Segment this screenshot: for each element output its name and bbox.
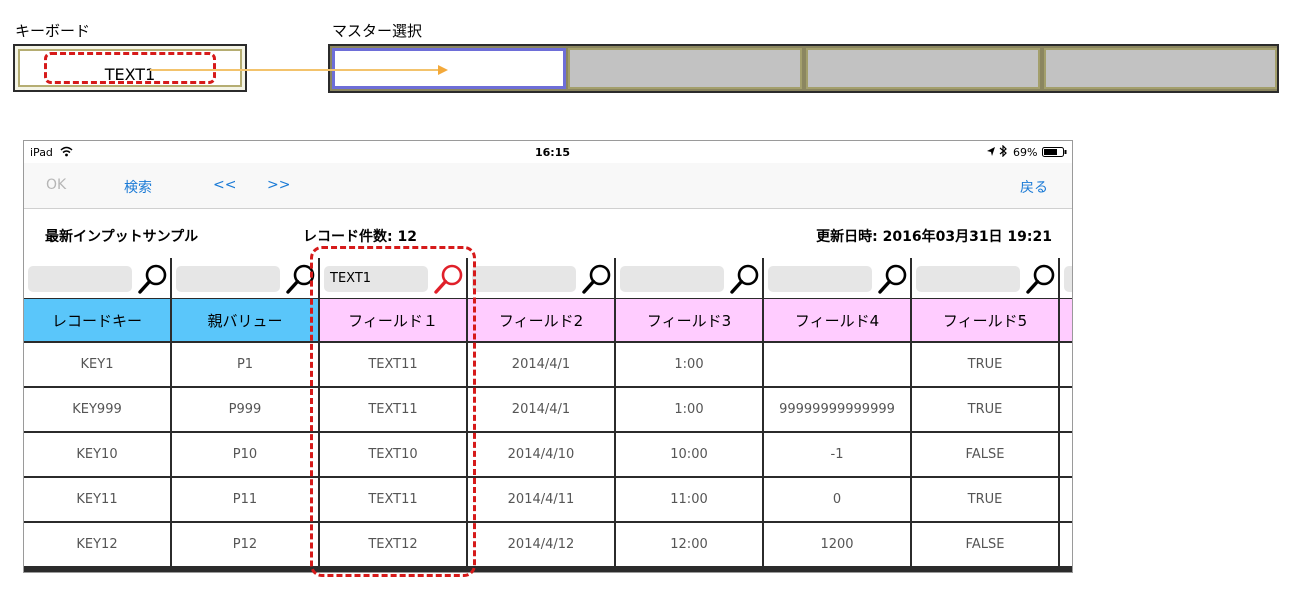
table-cell[interactable]: FALSE xyxy=(912,523,1058,566)
table-cell[interactable]: 1:00 xyxy=(616,388,762,431)
table-cell[interactable]: 2014/4/1 xyxy=(468,388,614,431)
battery-percent: 69% xyxy=(1013,146,1038,159)
table-cell[interactable]: 2014/4/10 xyxy=(468,433,614,476)
table-cell[interactable] xyxy=(1060,433,1072,476)
table-cell[interactable]: P10 xyxy=(172,433,318,476)
search-button[interactable]: 検索 xyxy=(124,177,152,197)
column-header[interactable]: 親バリュー xyxy=(172,299,318,341)
ok-button[interactable]: OK xyxy=(46,177,66,193)
column-search-cell xyxy=(616,258,762,298)
table-cell[interactable]: P11 xyxy=(172,478,318,521)
grid-column: 親バリュー P1 P999 P10 P11 P12 xyxy=(172,258,318,566)
next-page-button[interactable]: >> xyxy=(267,177,290,193)
flow-arrow-icon xyxy=(150,65,448,75)
keyboard-label: キーボード xyxy=(15,22,91,40)
table-cell[interactable]: KEY1 xyxy=(24,343,170,386)
device-name: iPad xyxy=(30,146,53,159)
wifi-icon xyxy=(60,146,73,157)
search-icon[interactable] xyxy=(581,262,613,296)
table-cell[interactable]: P1 xyxy=(172,343,318,386)
table-cell[interactable]: TRUE xyxy=(912,388,1058,431)
table-cell[interactable]: -1 xyxy=(764,433,910,476)
table-cell[interactable]: 10:00 xyxy=(616,433,762,476)
list-title: 最新インプットサンプル xyxy=(45,229,199,245)
ipad-screenshot: iPad 16:15 69% OK 検索 << >> 戻る 最新インプットサンプ… xyxy=(23,140,1073,573)
field1-highlight-frame xyxy=(310,246,476,577)
location-icon xyxy=(987,147,995,156)
record-count: レコード件数: 12 xyxy=(303,229,417,245)
info-bar: 最新インプットサンプル レコード件数: 12 更新日時: 2016年03月31日… xyxy=(24,209,1072,257)
column-header[interactable]: フィールド2 xyxy=(468,299,614,341)
column-search-input[interactable] xyxy=(1064,266,1072,292)
status-bar: iPad 16:15 69% xyxy=(24,141,1072,163)
master-select-label: マスター選択 xyxy=(332,22,423,40)
table-cell[interactable]: 99999999999999 xyxy=(764,388,910,431)
column-header[interactable]: フィールド3 xyxy=(616,299,762,341)
column-search-cell xyxy=(912,258,1058,298)
table-cell[interactable] xyxy=(1060,343,1072,386)
table-cell[interactable]: TRUE xyxy=(912,478,1058,521)
table-cell[interactable]: 11:00 xyxy=(616,478,762,521)
column-search-input[interactable] xyxy=(176,266,280,292)
table-cell[interactable] xyxy=(764,343,910,386)
grid-column-partial xyxy=(1060,258,1072,566)
status-time: 16:15 xyxy=(535,146,571,159)
table-cell[interactable]: KEY10 xyxy=(24,433,170,476)
column-header[interactable] xyxy=(1060,299,1072,341)
table-cell[interactable]: P999 xyxy=(172,388,318,431)
table-cell[interactable] xyxy=(1060,388,1072,431)
table-cell[interactable] xyxy=(1060,523,1072,566)
grid-column: フィールド3 1:00 1:00 10:00 11:00 12:00 xyxy=(616,258,762,566)
updated-timestamp: 更新日時: 2016年03月31日 19:21 xyxy=(816,229,1052,245)
table-cell[interactable]: 1200 xyxy=(764,523,910,566)
table-cell[interactable] xyxy=(1060,478,1072,521)
column-header[interactable]: レコードキー xyxy=(24,299,170,341)
column-search-input[interactable] xyxy=(768,266,872,292)
search-icon[interactable] xyxy=(877,262,909,296)
table-cell[interactable]: 2014/4/11 xyxy=(468,478,614,521)
column-search-input[interactable] xyxy=(620,266,724,292)
master-option[interactable] xyxy=(568,48,802,89)
column-search-input[interactable] xyxy=(916,266,1020,292)
grid-column: フィールド4 99999999999999 -1 0 1200 xyxy=(764,258,910,566)
column-search-cell xyxy=(24,258,170,298)
table-cell[interactable]: 1:00 xyxy=(616,343,762,386)
column-header[interactable]: フィールド4 xyxy=(764,299,910,341)
prev-page-button[interactable]: << xyxy=(213,177,236,193)
column-search-input[interactable] xyxy=(28,266,132,292)
back-button[interactable]: 戻る xyxy=(1020,177,1048,197)
master-select-strip xyxy=(328,44,1279,93)
master-option[interactable] xyxy=(806,48,1040,89)
column-search-cell xyxy=(764,258,910,298)
search-icon[interactable] xyxy=(137,262,169,296)
data-grid: レコードキー KEY1 KEY999 KEY10 KEY11 KEY12 親バリュー P1 P9… xyxy=(24,258,1072,572)
table-cell[interactable]: 2014/4/12 xyxy=(468,523,614,566)
search-icon[interactable] xyxy=(1025,262,1057,296)
table-cell[interactable]: FALSE xyxy=(912,433,1058,476)
table-cell[interactable]: 2014/4/1 xyxy=(468,343,614,386)
table-cell[interactable]: KEY12 xyxy=(24,523,170,566)
grid-column: フィールド5 TRUE TRUE FALSE TRUE FALSE xyxy=(912,258,1058,566)
table-cell[interactable]: KEY11 xyxy=(24,478,170,521)
grid-column: フィールド2 2014/4/1 2014/4/1 2014/4/10 2014/4/11… xyxy=(468,258,614,566)
table-cell[interactable]: 0 xyxy=(764,478,910,521)
column-search-cell xyxy=(1060,258,1072,298)
master-option[interactable] xyxy=(1044,48,1277,89)
column-search-cell xyxy=(468,258,614,298)
battery-icon xyxy=(1042,147,1067,157)
table-cell[interactable]: TRUE xyxy=(912,343,1058,386)
table-cell[interactable]: P12 xyxy=(172,523,318,566)
grid-column: レコードキー KEY1 KEY999 KEY10 KEY11 KEY12 xyxy=(24,258,170,566)
search-icon[interactable] xyxy=(729,262,761,296)
table-cell[interactable]: 12:00 xyxy=(616,523,762,566)
column-search-input[interactable] xyxy=(472,266,576,292)
column-search-cell xyxy=(172,258,318,298)
navigation-bar: OK 検索 << >> 戻る xyxy=(24,163,1072,209)
table-cell[interactable]: KEY999 xyxy=(24,388,170,431)
bluetooth-icon xyxy=(999,145,1007,157)
column-header[interactable]: フィールド5 xyxy=(912,299,1058,341)
